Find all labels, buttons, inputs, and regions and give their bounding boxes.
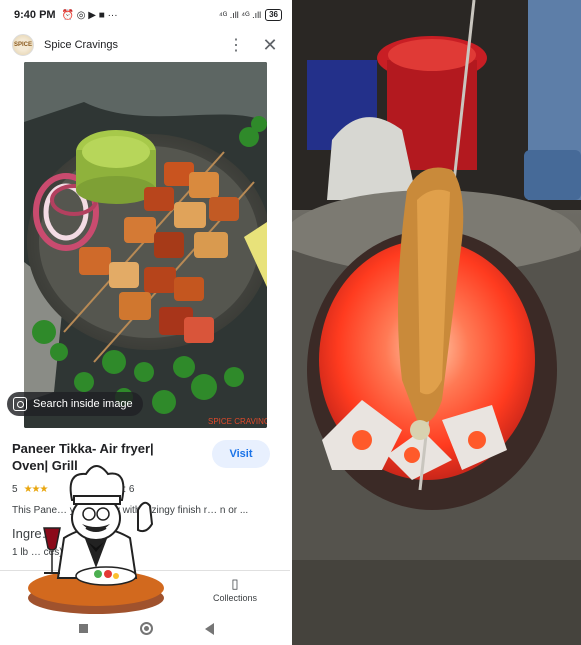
lens-app-bar: SPICE Spice Cravings ⋮ ✕ bbox=[0, 30, 292, 60]
collections-tab[interactable]: ▯ Collections bbox=[205, 576, 265, 604]
collections-icon: ▯ bbox=[231, 576, 239, 591]
image-watermark: SPICE CRAVINGS bbox=[208, 417, 267, 426]
rating-value: 5 bbox=[12, 484, 18, 495]
search-inside-image-label: Search inside image bbox=[33, 398, 133, 410]
close-icon[interactable]: ✕ bbox=[260, 35, 280, 56]
phone-screenshot: 9:40 PM ⏰ ◎ ▶ ■ ··· ⁴ᴳ .ıll ⁴ᴳ .ıll 36 S… bbox=[0, 0, 292, 645]
visit-button[interactable]: Visit bbox=[212, 440, 270, 468]
tandoor-photo bbox=[292, 0, 581, 645]
site-name[interactable]: Spice Cravings bbox=[44, 39, 118, 51]
chef-sticker-icon bbox=[28, 465, 164, 614]
notification-icons: ⏰ ◎ ▶ ■ ··· bbox=[61, 9, 118, 21]
recents-icon[interactable] bbox=[78, 624, 88, 633]
paneer-tikka-image[interactable]: SPICE CRAVINGS bbox=[24, 62, 267, 428]
back-icon[interactable] bbox=[204, 622, 214, 635]
site-logo[interactable]: SPICE bbox=[12, 34, 34, 56]
collections-label: Collections bbox=[212, 593, 258, 603]
home-icon[interactable] bbox=[139, 622, 153, 635]
battery-icon: 36 bbox=[265, 9, 282, 21]
status-bar: 9:40 PM ⏰ ◎ ▶ ■ ··· ⁴ᴳ .ıll ⁴ᴳ .ıll 36 bbox=[0, 0, 292, 30]
more-options-icon[interactable]: ⋮ bbox=[226, 35, 246, 55]
status-time: 9:40 PM bbox=[14, 9, 56, 21]
search-inside-image-button[interactable]: Search inside image bbox=[7, 392, 143, 416]
lens-scan-icon bbox=[13, 397, 27, 411]
site-logo-text: SPICE bbox=[13, 42, 32, 48]
signal-icon: ⁴ᴳ .ıll ⁴ᴳ .ıll bbox=[218, 10, 262, 20]
